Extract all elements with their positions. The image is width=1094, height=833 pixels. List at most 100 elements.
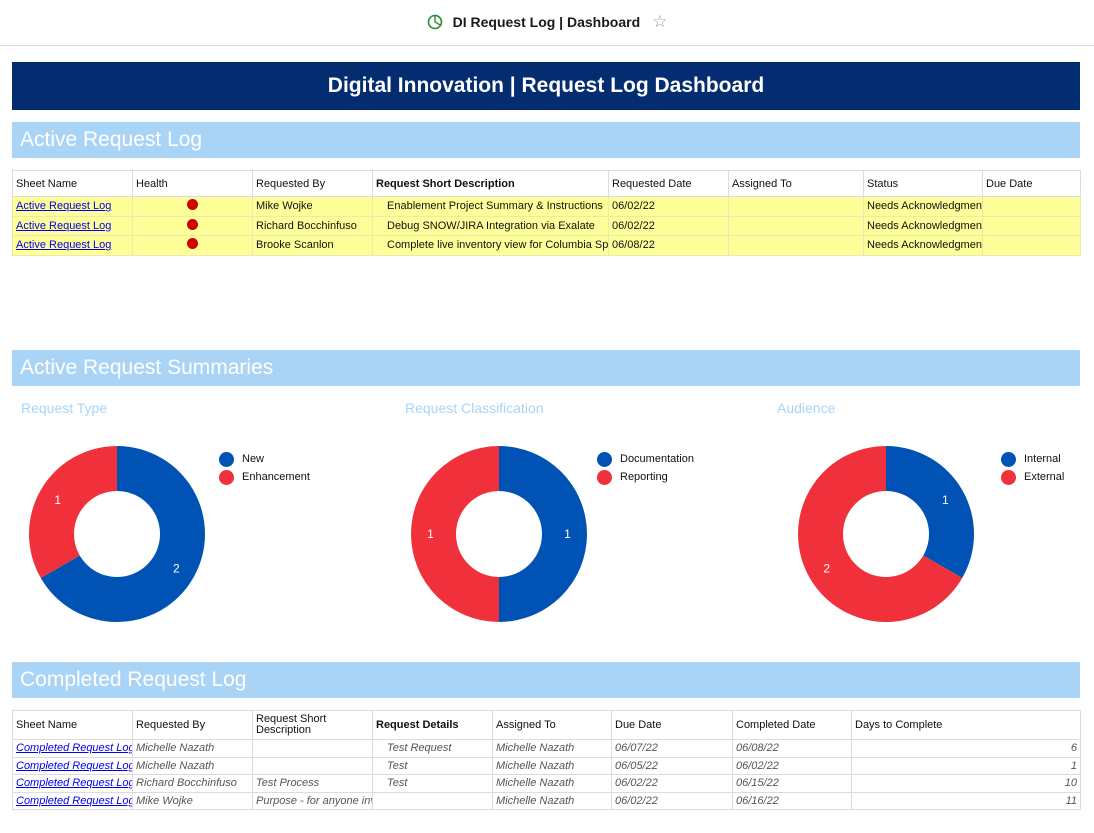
assigned-to-cell[interactable]: Michelle Nazath: [492, 791, 612, 810]
requested-by-cell[interactable]: Brooke Scanlon: [252, 235, 373, 256]
col-due-date[interactable]: Due Date: [982, 170, 1081, 197]
col-assigned-to[interactable]: Assigned To: [492, 710, 612, 740]
due-date-cell[interactable]: [982, 196, 1081, 217]
requested-by-cell[interactable]: Richard Bocchinfuso: [252, 215, 373, 236]
requested-by-cell[interactable]: Mike Wojke: [132, 791, 253, 810]
assigned-to-cell[interactable]: [728, 235, 864, 256]
due-date-cell[interactable]: 06/02/22: [611, 774, 733, 793]
days-to-complete-cell[interactable]: 1: [851, 756, 1081, 775]
status-cell[interactable]: Needs Acknowledgment: [863, 196, 983, 217]
due-date-cell[interactable]: 06/05/22: [611, 756, 733, 775]
legend-item[interactable]: Documentation: [597, 450, 694, 468]
days-to-complete-cell[interactable]: 11: [851, 791, 1081, 810]
legend-swatch-blue: [1001, 451, 1016, 467]
requested-date-cell[interactable]: 06/02/22: [608, 196, 729, 217]
short-description-cell[interactable]: Test Process: [252, 774, 373, 793]
details-cell[interactable]: Test Request: [372, 739, 493, 758]
col-status[interactable]: Status: [863, 170, 983, 197]
col-request-details[interactable]: Request Details: [372, 710, 493, 740]
requested-by-cell[interactable]: Mike Wojke: [252, 196, 373, 217]
sheet-link[interactable]: Completed Request Log: [12, 791, 133, 810]
col-days-to-complete[interactable]: Days to Complete: [851, 710, 1081, 740]
donut-slice-internal[interactable]: [886, 446, 974, 578]
details-cell[interactable]: [372, 791, 493, 810]
chart-request-classification: Request Classification 11 Documentation …: [405, 398, 755, 638]
col-completed-date[interactable]: Completed Date: [732, 710, 852, 740]
legend-item[interactable]: Internal: [1001, 450, 1064, 468]
donut-chart: 12: [798, 446, 974, 622]
col-sheet-name[interactable]: Sheet Name: [12, 710, 133, 740]
completed-date-cell[interactable]: 06/16/22: [732, 791, 852, 810]
short-description-cell[interactable]: Purpose - for anyone inv: [252, 791, 373, 810]
requested-by-cell[interactable]: Michelle Nazath: [132, 739, 253, 758]
legend-swatch-red: [219, 469, 234, 485]
completed-date-cell[interactable]: 06/08/22: [732, 739, 852, 758]
legend-item[interactable]: New: [219, 450, 310, 468]
table-row: Completed Request Log Michelle Nazath Te…: [12, 739, 1081, 758]
sheet-link-cell[interactable]: Active Request Log: [12, 215, 133, 236]
status-cell[interactable]: Needs Acknowledgment: [863, 215, 983, 236]
col-due-date[interactable]: Due Date: [611, 710, 733, 740]
sheet-link[interactable]: Completed Request Log: [12, 756, 133, 775]
status-cell[interactable]: Needs Acknowledgment: [863, 235, 983, 256]
health-cell[interactable]: [132, 215, 253, 236]
col-requested-by[interactable]: Requested By: [132, 710, 253, 740]
requested-by-cell[interactable]: Richard Bocchinfuso: [132, 774, 253, 793]
donut-slice-enhancement[interactable]: [29, 446, 117, 578]
description-cell[interactable]: Enablement Project Summary & Instruction…: [372, 196, 609, 217]
legend-item[interactable]: Enhancement: [219, 468, 310, 486]
col-assigned-to[interactable]: Assigned To: [728, 170, 864, 197]
description-cell[interactable]: Debug SNOW/JIRA Integration via Exalate: [372, 215, 609, 236]
requested-date-cell[interactable]: 06/08/22: [608, 235, 729, 256]
sheet-link[interactable]: Active Request Log: [16, 239, 111, 251]
short-description-cell[interactable]: [252, 739, 373, 758]
details-cell[interactable]: Test: [372, 774, 493, 793]
col-request-short-description[interactable]: Request Short Description: [372, 170, 609, 197]
health-cell[interactable]: [132, 196, 253, 217]
due-date-cell[interactable]: 06/02/22: [611, 791, 733, 810]
health-cell[interactable]: [132, 235, 253, 256]
sheet-link[interactable]: Completed Request Log: [12, 774, 133, 793]
short-description-cell[interactable]: [252, 756, 373, 775]
due-date-cell[interactable]: 06/07/22: [611, 739, 733, 758]
col-requested-by[interactable]: Requested By: [252, 170, 373, 197]
dashboard-title: Digital Innovation | Request Log Dashboa…: [12, 62, 1080, 110]
sheet-link[interactable]: Active Request Log: [16, 200, 111, 212]
completed-request-table: Sheet Name Requested By Request Short De…: [12, 710, 1081, 810]
assigned-to-cell[interactable]: [728, 215, 864, 236]
sheet-link-cell[interactable]: Active Request Log: [12, 235, 133, 256]
requested-date-cell[interactable]: 06/02/22: [608, 215, 729, 236]
col-sheet-name[interactable]: Sheet Name: [12, 170, 133, 197]
col-health[interactable]: Health: [132, 170, 253, 197]
col-request-short-description[interactable]: Request Short Description: [252, 710, 373, 740]
days-to-complete-cell[interactable]: 10: [851, 774, 1081, 793]
donut-slice-reporting[interactable]: [411, 446, 499, 622]
assigned-to-cell[interactable]: Michelle Nazath: [492, 739, 612, 758]
completed-date-cell[interactable]: 06/15/22: [732, 774, 852, 793]
sheet-link-cell[interactable]: Active Request Log: [12, 196, 133, 217]
days-to-complete-cell[interactable]: 6: [851, 739, 1081, 758]
sheet-link[interactable]: Completed Request Log: [12, 739, 133, 758]
completed-date-cell[interactable]: 06/02/22: [732, 756, 852, 775]
requested-by-cell[interactable]: Michelle Nazath: [132, 756, 253, 775]
star-outline-icon[interactable]: ☆: [652, 12, 667, 32]
slice-value-label: 1: [942, 493, 949, 507]
legend-item[interactable]: Reporting: [597, 468, 694, 486]
details-cell[interactable]: Test: [372, 756, 493, 775]
col-requested-date[interactable]: Requested Date: [608, 170, 729, 197]
legend-item[interactable]: External: [1001, 468, 1064, 486]
active-request-table: Sheet Name Health Requested By Request S…: [12, 170, 1081, 256]
slice-value-label: 2: [173, 561, 180, 575]
description-cell[interactable]: Complete live inventory view for Columbi…: [372, 235, 609, 256]
legend-label: External: [1024, 471, 1065, 483]
sheet-link[interactable]: Active Request Log: [16, 220, 111, 232]
legend-label: Documentation: [620, 453, 694, 465]
legend-label: Enhancement: [242, 471, 310, 483]
due-date-cell[interactable]: [982, 235, 1081, 256]
assigned-to-cell[interactable]: [728, 196, 864, 217]
due-date-cell[interactable]: [982, 215, 1081, 236]
legend-label: New: [242, 453, 265, 465]
donut-slice-documentation[interactable]: [499, 446, 587, 622]
assigned-to-cell[interactable]: Michelle Nazath: [492, 756, 612, 775]
assigned-to-cell[interactable]: Michelle Nazath: [492, 774, 612, 793]
